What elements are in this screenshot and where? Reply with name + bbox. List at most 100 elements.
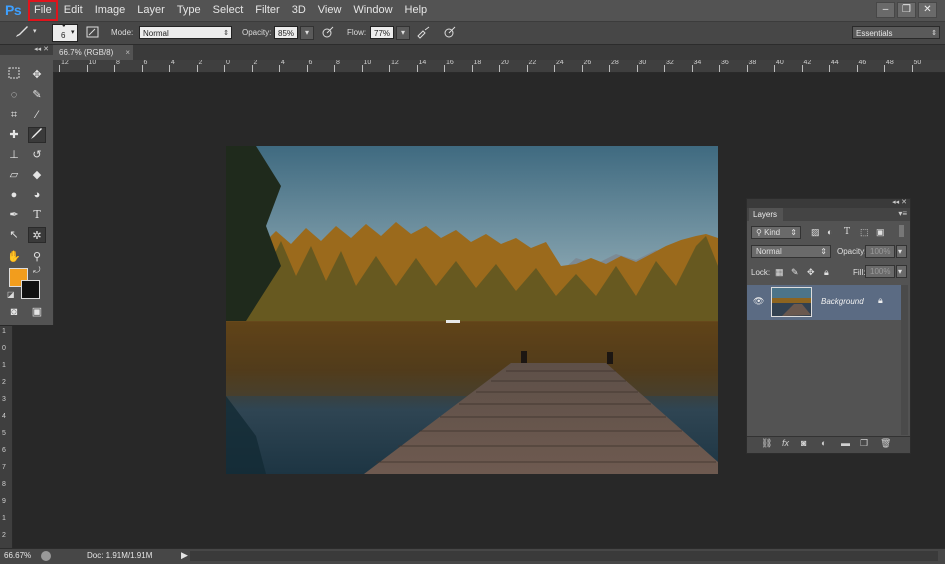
status-menu-arrow-icon[interactable]: ▶	[181, 550, 188, 561]
clone-stamp-tool-icon[interactable]: ⊥	[5, 147, 23, 163]
brush-tool-icon[interactable]	[28, 127, 46, 143]
filter-shape-icon[interactable]: ⬚	[860, 227, 869, 238]
menu-file[interactable]: File	[28, 0, 58, 21]
filter-adjustment-icon[interactable]: ◐	[827, 227, 832, 237]
move-tool-icon[interactable]: ✥	[28, 67, 46, 83]
workspace-select[interactable]: Essentials ⇕	[852, 26, 940, 39]
minimize-button[interactable]: –	[876, 2, 895, 18]
fill-input[interactable]: 100%	[865, 265, 895, 278]
flow-input[interactable]: 77%	[370, 26, 394, 39]
swap-colors-icon[interactable]: ⤾	[33, 265, 41, 276]
ruler-top-label: 34	[693, 60, 702, 66]
eraser-tool-icon[interactable]: ▱	[5, 167, 23, 183]
layers-scrollbar[interactable]	[901, 285, 908, 435]
brush-preset-picker[interactable]: ● 6 ▾	[52, 23, 78, 42]
pen-tool-icon[interactable]: ✒	[5, 207, 23, 223]
healing-brush-tool-icon[interactable]: ✚	[5, 127, 23, 143]
ruler-left-label: 1	[2, 328, 6, 335]
horizontal-scrollbar[interactable]	[190, 551, 938, 561]
layer-opacity-input[interactable]: 100%	[865, 245, 895, 258]
menu-image[interactable]: Image	[89, 0, 132, 21]
screen-mode-icon[interactable]: ▣	[28, 304, 46, 320]
menu-edit[interactable]: Edit	[58, 0, 89, 21]
crop-tool-icon[interactable]: ⌗	[5, 107, 23, 123]
panel-header-controls-icon[interactable]: ◂◂ ✕	[892, 198, 907, 206]
ruler-top-tick	[169, 65, 170, 72]
lock-image-icon[interactable]: ✎	[791, 267, 799, 278]
status-info-icon[interactable]	[41, 551, 51, 561]
fx-icon[interactable]: fx	[782, 438, 789, 448]
lock-label: Lock:	[751, 268, 771, 277]
filter-toggle-switch[interactable]	[899, 225, 904, 237]
new-layer-icon[interactable]: ❐	[860, 438, 868, 449]
background-color-swatch[interactable]	[21, 280, 40, 299]
tab-layers[interactable]: Layers	[749, 208, 783, 221]
ruler-top-tick	[801, 65, 803, 72]
filter-type-icon[interactable]: T	[844, 227, 850, 237]
paint-bucket-tool-icon[interactable]: ◆	[28, 167, 46, 183]
custom-shape-tool-icon[interactable]: ✲	[28, 227, 46, 243]
marquee-tool-icon[interactable]	[5, 67, 23, 83]
menu-view[interactable]: View	[312, 0, 348, 21]
quick-selection-tool-icon[interactable]: ✎	[28, 87, 46, 103]
chevron-down-icon: ⇕	[820, 247, 827, 256]
airbrush-icon[interactable]	[416, 25, 432, 42]
brush-icon[interactable]	[14, 25, 30, 42]
menu-select[interactable]: Select	[207, 0, 250, 21]
hand-tool-icon[interactable]: ✋	[5, 249, 23, 265]
menu-window[interactable]: Window	[347, 0, 398, 21]
adjustment-layer-icon[interactable]: ◐	[821, 438, 826, 448]
zoom-tool-icon[interactable]: ⚲	[28, 249, 46, 265]
mode-select[interactable]: Normal ⇕	[139, 26, 232, 39]
type-tool-icon[interactable]: T	[28, 207, 46, 223]
fill-dropdown[interactable]: ▾	[896, 265, 907, 278]
link-layers-icon[interactable]: ⛓︎	[761, 438, 772, 449]
eye-icon[interactable]: 👁︎	[753, 296, 764, 307]
layer-name[interactable]: Background	[821, 297, 864, 306]
menu-type[interactable]: Type	[171, 0, 207, 21]
flow-label: Flow:	[347, 28, 367, 37]
flow-dropdown-button[interactable]: ▾	[396, 26, 410, 40]
brush-panel-toggle-icon[interactable]	[86, 25, 100, 42]
add-mask-icon[interactable]: ◙	[801, 438, 806, 448]
layer-opacity-dropdown[interactable]: ▾	[896, 245, 907, 258]
trash-icon[interactable]: 🗑︎	[880, 438, 891, 449]
lock-transparent-icon[interactable]: ▦	[775, 267, 784, 278]
dodge-tool-icon[interactable]: ◕	[28, 187, 46, 203]
blend-mode-select[interactable]: Normal ⇕	[751, 245, 831, 258]
close-icon[interactable]: ×	[125, 45, 130, 60]
ruler-top-label: 8	[116, 60, 120, 66]
ruler-top-tick	[334, 65, 335, 72]
default-colors-icon[interactable]: ◪	[7, 290, 15, 299]
lock-position-icon[interactable]: ✥	[807, 267, 815, 278]
document-tab[interactable]: 66.7% (RGB/8) ×	[53, 45, 133, 60]
tool-preset-dropdown-icon[interactable]: ▾	[33, 25, 37, 39]
restore-button[interactable]: ❐	[897, 2, 916, 18]
pressure-size-icon[interactable]	[443, 25, 457, 42]
zoom-level[interactable]: 66.67%	[4, 551, 31, 560]
filter-pixel-icon[interactable]: ▨	[811, 227, 820, 238]
path-selection-tool-icon[interactable]: ↖	[5, 227, 23, 243]
new-group-icon[interactable]: ▬	[841, 438, 850, 448]
document-canvas[interactable]	[226, 146, 718, 474]
quick-mask-icon[interactable]: ◙	[5, 304, 23, 320]
layer-filter-select[interactable]: ⚲ Kind ⇕	[751, 226, 801, 239]
close-button[interactable]: ✕	[918, 2, 937, 18]
collapse-icon[interactable]: ◂◂ ✕	[34, 45, 49, 55]
opacity-dropdown-button[interactable]: ▾	[300, 26, 314, 40]
pressure-opacity-icon[interactable]	[321, 25, 335, 42]
lock-all-icon[interactable]: 🔒︎	[824, 267, 829, 278]
history-brush-tool-icon[interactable]: ↺	[28, 147, 46, 163]
filter-smart-object-icon[interactable]: ▣	[876, 227, 885, 238]
blur-tool-icon[interactable]: ●	[5, 187, 23, 203]
menu-3d[interactable]: 3D	[286, 0, 312, 21]
eyedropper-tool-icon[interactable]: ⁄	[28, 107, 46, 123]
menu-filter[interactable]: Filter	[249, 0, 285, 21]
menu-layer[interactable]: Layer	[131, 0, 171, 21]
layer-row[interactable]: 👁︎ Background 🔒︎	[747, 285, 901, 320]
menu-help[interactable]: Help	[399, 0, 434, 21]
panel-menu-icon[interactable]: ▾≡	[898, 209, 907, 218]
lasso-tool-icon[interactable]: ◌	[5, 87, 23, 103]
opacity-input[interactable]: 85%	[274, 26, 298, 39]
ruler-top-tick	[306, 65, 308, 72]
